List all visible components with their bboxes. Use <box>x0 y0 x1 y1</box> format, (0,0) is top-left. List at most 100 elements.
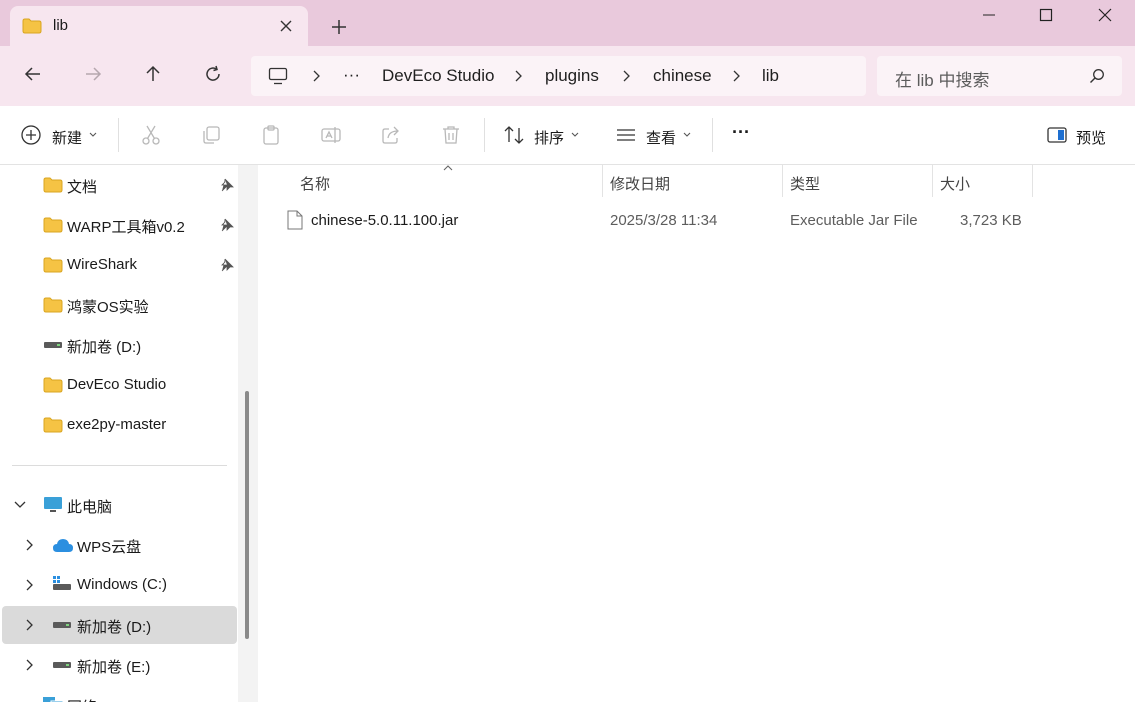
chevron-down-icon <box>89 132 97 137</box>
copy-button[interactable] <box>200 120 222 150</box>
column-header-type[interactable]: 类型 <box>783 165 931 197</box>
clipboard-icon <box>263 125 279 145</box>
new-tab-icon[interactable] <box>329 17 349 37</box>
close-button[interactable] <box>1082 4 1128 26</box>
trash-icon <box>443 126 459 144</box>
toolbar-divider <box>712 118 713 152</box>
new-button[interactable]: 新建 <box>20 120 100 150</box>
column-header-label: 大小 <box>940 176 971 193</box>
table-row[interactable]: chinese-5.0.11.100.jar 2025/3/28 11:34 E… <box>279 203 1034 239</box>
pin-icon[interactable] <box>220 178 234 192</box>
share-icon <box>382 126 399 144</box>
preview-pane-button[interactable]: 预览 <box>1046 120 1116 150</box>
scissors-icon <box>142 125 160 145</box>
column-divider[interactable] <box>1032 165 1033 197</box>
paste-button[interactable] <box>260 120 282 150</box>
network-icon <box>43 697 64 702</box>
sidebar-item-label: DevEco Studio <box>67 376 167 393</box>
maximize-button[interactable] <box>1023 4 1069 26</box>
sidebar-item-wps-cloud[interactable]: WPS云盘 <box>2 526 237 564</box>
sidebar-item-network[interactable]: 网络 <box>2 686 237 702</box>
pin-icon[interactable] <box>220 258 234 272</box>
sidebar-item-label: WARP工具箱v0.2 <box>67 219 185 236</box>
column-header-name[interactable]: 名称 <box>259 165 602 197</box>
address-bar[interactable]: ··· DevEco Studio plugins chinese lib <box>251 56 866 96</box>
monitor-icon <box>44 497 62 512</box>
sidebar-divider <box>12 465 227 466</box>
sort-label: 排序 <box>534 130 565 147</box>
folder-icon <box>43 257 63 273</box>
sidebar-item-label: 新加卷 (D:) <box>77 619 152 636</box>
sidebar-item-deveco-studio[interactable]: DevEco Studio <box>2 366 237 404</box>
breadcrumb-lib[interactable]: lib <box>762 66 779 86</box>
navigation-pane: 文档 WARP工具箱v0.2 WireShark 鸿蒙OS实验 新加卷 (D:)… <box>0 165 238 702</box>
sidebar-item-warp[interactable]: WARP工具箱v0.2 <box>2 206 237 244</box>
tab-lib[interactable]: lib <box>10 6 308 46</box>
drive-icon <box>53 622 71 628</box>
sidebar-item-this-pc[interactable]: 此电脑 <box>2 486 237 524</box>
back-arrow-icon <box>24 67 40 81</box>
column-header-modified[interactable]: 修改日期 <box>603 165 782 197</box>
sidebar-item-drive-d[interactable]: 新加卷 (D:) <box>2 606 237 644</box>
search-input[interactable]: 在 lib 中搜索 <box>895 66 989 91</box>
search-icon <box>1090 69 1104 83</box>
breadcrumb-chinese[interactable]: chinese <box>653 66 712 86</box>
search-box[interactable]: 在 lib 中搜索 <box>877 56 1122 96</box>
sidebar-item-label: WPS云盘 <box>77 539 142 556</box>
minimize-button[interactable] <box>966 4 1012 26</box>
column-header-label: 修改日期 <box>610 176 671 193</box>
breadcrumb-plugins[interactable]: plugins <box>545 66 599 86</box>
share-button[interactable] <box>380 120 402 150</box>
view-list-icon <box>617 129 635 141</box>
sidebar-scrollbar-thumb[interactable] <box>245 391 249 639</box>
chevron-right-icon[interactable] <box>26 619 34 631</box>
sidebar-item-drive-e[interactable]: 新加卷 (E:) <box>2 646 237 684</box>
more-options-button[interactable]: ··· <box>732 120 756 150</box>
back-button[interactable] <box>15 56 51 92</box>
file-list: 名称 修改日期 类型 大小 chinese-5.0.11.100.jar 202… <box>259 165 1135 702</box>
refresh-button[interactable] <box>195 56 231 92</box>
sidebar-item-harmonyos-lab[interactable]: 鸿蒙OS实验 <box>2 286 237 324</box>
breadcrumb-deveco-studio[interactable]: DevEco Studio <box>382 66 494 86</box>
chevron-right-icon[interactable] <box>26 539 34 551</box>
chevron-right-icon[interactable] <box>26 579 34 591</box>
sidebar-item-label: WireShark <box>67 256 138 273</box>
sidebar-item-label: 鸿蒙OS实验 <box>67 299 149 316</box>
file-size: 3,723 KB <box>960 212 1022 229</box>
cut-button[interactable] <box>140 120 162 150</box>
pin-icon[interactable] <box>220 218 234 232</box>
toolbar-divider <box>484 118 485 152</box>
rename-button[interactable] <box>320 120 342 150</box>
rename-icon <box>321 127 341 143</box>
chevron-down-icon[interactable] <box>14 501 26 509</box>
drive-icon <box>53 662 71 668</box>
chevron-down-icon <box>683 132 691 137</box>
sort-button[interactable]: 排序 <box>503 120 583 150</box>
breadcrumb-overflow[interactable]: ··· <box>343 65 360 85</box>
close-tab-icon[interactable] <box>276 16 296 36</box>
forward-button[interactable] <box>75 56 111 92</box>
minimize-icon <box>983 14 995 16</box>
column-header-size[interactable]: 大小 <box>933 165 1031 197</box>
sidebar-item-label: 新加卷 (E:) <box>77 659 151 676</box>
sidebar-item-documents[interactable]: 文档 <box>2 166 237 204</box>
sidebar-item-label: Windows (C:) <box>77 576 168 593</box>
sidebar-item-drive-d-quick[interactable]: 新加卷 (D:) <box>2 326 237 364</box>
sidebar-item-label: 网络 <box>67 696 97 702</box>
cloud-icon <box>53 539 73 552</box>
view-button[interactable]: 查看 <box>615 120 695 150</box>
sidebar-item-exe2py[interactable]: exe2py-master <box>2 406 237 444</box>
file-type: Executable Jar File <box>790 212 918 229</box>
sidebar-item-label: exe2py-master <box>67 416 167 433</box>
chevron-right-icon <box>515 70 522 82</box>
up-button[interactable] <box>135 56 171 92</box>
folder-icon <box>22 18 42 34</box>
delete-button[interactable] <box>440 120 462 150</box>
maximize-icon <box>1039 8 1053 22</box>
more-icon: ··· <box>732 122 750 142</box>
column-header-label: 名称 <box>300 176 331 193</box>
plus-circle-icon <box>21 125 41 145</box>
sidebar-item-wireshark[interactable]: WireShark <box>2 246 237 284</box>
chevron-right-icon[interactable] <box>26 659 34 671</box>
sidebar-item-drive-c[interactable]: Windows (C:) <box>2 566 237 604</box>
